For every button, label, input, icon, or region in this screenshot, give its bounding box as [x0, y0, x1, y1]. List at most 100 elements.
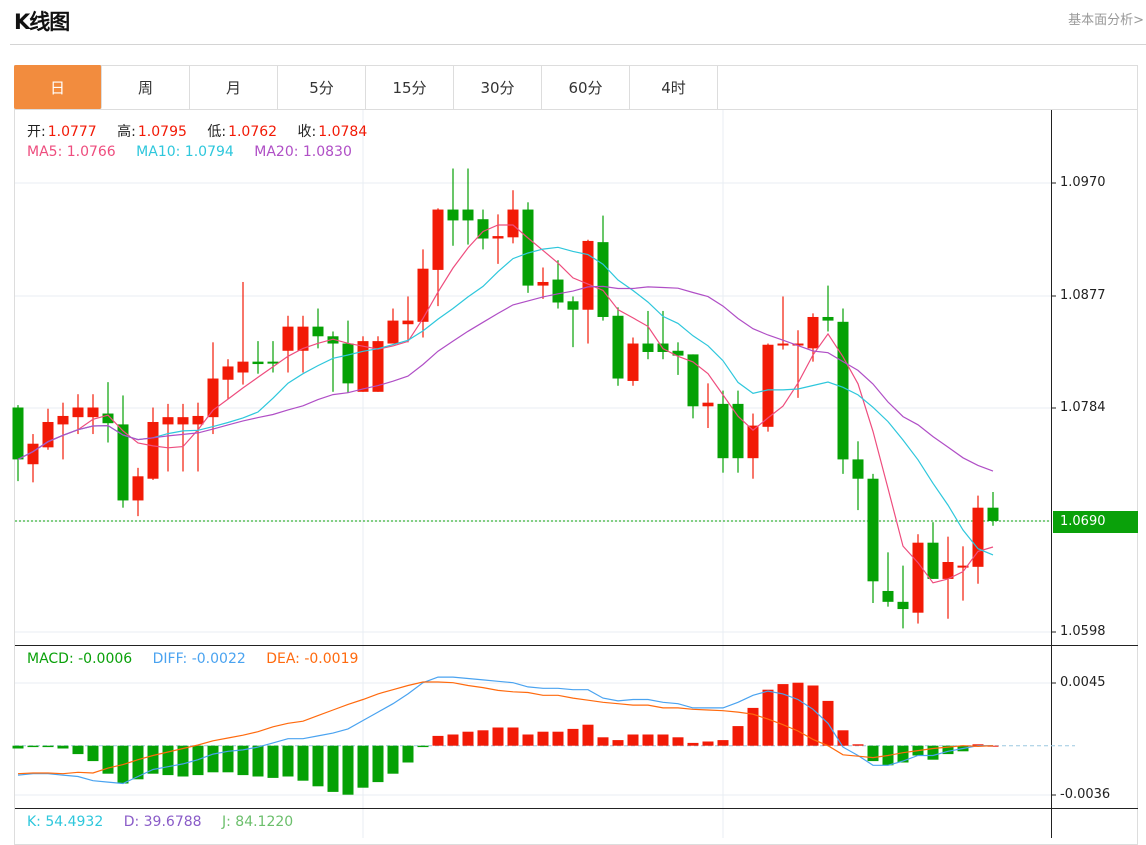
macd-bar: [537, 731, 549, 746]
macd-bar: [222, 745, 234, 773]
price-tick: 1.0784: [1060, 400, 1106, 415]
macd-bar: [627, 734, 639, 746]
open-value: 1.0777: [47, 124, 97, 140]
price-tick: 1.0598: [1060, 624, 1106, 639]
candle-body: [222, 366, 234, 380]
macd-bar: [687, 742, 699, 746]
candle-body: [702, 402, 714, 407]
macd-bar: [177, 745, 189, 777]
candle-body: [72, 407, 84, 418]
ohlc-legend: 开: 1.0777 高: 1.0795 低: 1.0762 收: 1.0784: [27, 121, 369, 141]
macd-bar: [447, 734, 459, 746]
macd-bar: [717, 740, 729, 746]
price-tick: 1.0877: [1060, 288, 1106, 303]
macd-bar: [672, 737, 684, 746]
macd-bar: [462, 731, 474, 746]
macd-bar: [327, 745, 339, 792]
macd-bar: [12, 745, 24, 749]
close-label: 收:: [297, 124, 317, 140]
macd-bar: [567, 728, 579, 746]
macd-bar: [312, 745, 324, 787]
macd-value: MACD: -0.0006: [27, 651, 133, 667]
macd-bar: [372, 745, 384, 783]
candle-body: [882, 590, 894, 602]
macd-bar: [597, 737, 609, 746]
candle-body: [627, 343, 639, 381]
macd-legend: MACD: -0.0006 DIFF: -0.0022 DEA: -0.0019: [27, 651, 360, 667]
candle-body: [942, 561, 954, 579]
candle-body: [807, 316, 819, 349]
candle-body: [972, 507, 984, 567]
candle-body: [837, 321, 849, 460]
k-value: K: 54.4932: [27, 814, 104, 830]
macd-bar: [252, 745, 264, 777]
candle-body: [342, 343, 354, 384]
low-value: 1.0762: [228, 124, 278, 140]
macd-bar: [357, 745, 369, 788]
macd-bar: [582, 724, 594, 746]
candle-body: [312, 326, 324, 337]
candle-body: [822, 316, 834, 321]
price-tick: 1.0970: [1060, 175, 1106, 190]
candle-body: [642, 343, 654, 352]
candle-body: [357, 341, 369, 392]
candle-body: [462, 209, 474, 221]
ma-legend: MA5: 1.0766 MA10: 1.0794 MA20: 1.0830: [27, 144, 354, 160]
macd-bar: [42, 745, 54, 748]
macd-bar: [657, 734, 669, 746]
candle-body: [612, 315, 624, 379]
macd-bar: [402, 745, 414, 763]
diff-value: DIFF: -0.0022: [152, 651, 246, 667]
candle-body: [732, 403, 744, 459]
macd-bar: [417, 745, 429, 748]
candle-body: [852, 459, 864, 479]
candle-body: [987, 507, 999, 521]
candle-body: [282, 326, 294, 351]
high-label: 高:: [117, 124, 136, 140]
candle-body: [402, 320, 414, 325]
macd-bar: [792, 682, 804, 746]
kdj-legend: K: 54.4932 D: 39.6788 J: 84.1220: [27, 814, 295, 830]
macd-bar: [732, 726, 744, 746]
candle-body: [432, 209, 444, 270]
candle-body: [582, 240, 594, 310]
candle-body: [507, 209, 519, 238]
candle-body: [522, 209, 534, 286]
candle-body: [162, 417, 174, 425]
candle-body: [897, 601, 909, 610]
candle-body: [492, 236, 504, 239]
macd-bar: [87, 745, 99, 762]
candle-body: [132, 476, 144, 501]
macd-tick: -0.0036: [1060, 787, 1111, 802]
candle-body: [597, 242, 609, 317]
macd-bar: [867, 745, 879, 762]
candle-body: [192, 415, 204, 425]
dea-value: DEA: -0.0019: [266, 651, 359, 667]
macd-bar: [297, 745, 309, 781]
macd-bar: [477, 730, 489, 746]
macd-bar: [852, 744, 864, 746]
macd-bar: [57, 745, 69, 749]
candle-body: [237, 361, 249, 373]
open-label: 开:: [27, 124, 46, 140]
candle-body: [777, 343, 789, 346]
candle-body: [717, 403, 729, 459]
ma5-value: MA5: 1.0766: [27, 144, 116, 160]
j-value: J: 84.1220: [222, 814, 294, 830]
macd-bar: [282, 745, 294, 777]
macd-bar: [432, 735, 444, 746]
macd-tick: 0.0045: [1060, 675, 1106, 690]
macd-bar: [507, 727, 519, 746]
low-label: 低:: [207, 124, 227, 140]
candle-body: [147, 421, 159, 479]
candle-body: [177, 417, 189, 425]
ma10-value: MA10: 1.0794: [136, 144, 234, 160]
candle-body: [387, 320, 399, 344]
candle-body: [867, 478, 879, 582]
macd-bar: [702, 741, 714, 746]
macd-bar: [837, 730, 849, 746]
candle-body: [207, 378, 219, 418]
candle-body: [927, 542, 939, 579]
high-value: 1.0795: [137, 124, 187, 140]
d-value: D: 39.6788: [123, 814, 202, 830]
